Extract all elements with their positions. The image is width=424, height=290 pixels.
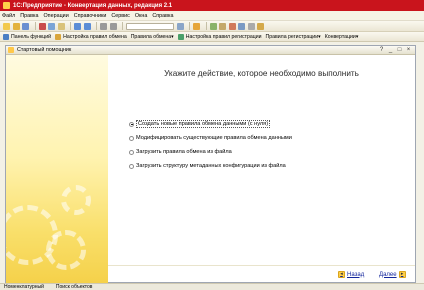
- gear-icon: [61, 185, 91, 215]
- toolbar-separator: [205, 22, 207, 30]
- back-button[interactable]: ◂ Назад: [336, 271, 364, 278]
- registration-rules-settings-button[interactable]: Настройка правил регистрации: [177, 33, 262, 40]
- mail-icon[interactable]: [238, 22, 245, 30]
- status-bar: Номенклатурный Поиск объектов: [0, 283, 424, 290]
- radio-modify[interactable]: [129, 135, 134, 141]
- menu-edit[interactable]: Правка: [20, 13, 38, 19]
- menu-service[interactable]: Сервис: [111, 13, 129, 19]
- conversions-button[interactable]: Конвертации ▾: [325, 34, 359, 40]
- option-label: Модифицировать существующие правила обме…: [136, 135, 292, 141]
- registration-rules-button[interactable]: Правила регистрации ▾: [266, 34, 321, 40]
- start-wizard-window: Стартовый помощник ? _ □ × Укажите дейст…: [5, 45, 416, 283]
- search-icon[interactable]: [100, 22, 107, 30]
- window-title: 1С:Предприятие - Конвертация данных, ред…: [13, 2, 173, 9]
- maximize-icon[interactable]: □: [396, 47, 403, 54]
- arrow-left-icon: ◂: [338, 271, 345, 278]
- arrow-right-icon: ▸: [398, 271, 406, 278]
- close-icon[interactable]: ×: [405, 47, 412, 54]
- standard-toolbar: [0, 21, 424, 32]
- toolbar-separator: [34, 22, 36, 30]
- dropdown-arrow-icon: ▾: [171, 33, 174, 40]
- option-label: Загрузить структуру метаданных конфигура…: [136, 163, 286, 169]
- footer-divider: [108, 265, 415, 266]
- option-modify[interactable]: Модифицировать существующие правила обме…: [129, 131, 292, 145]
- decorative-panel: [6, 55, 108, 283]
- table-icon[interactable]: [209, 22, 217, 30]
- toolbar-separator: [189, 22, 190, 30]
- open-icon[interactable]: [12, 22, 20, 30]
- search-input[interactable]: [126, 22, 174, 30]
- toolbar-separator: [96, 22, 97, 30]
- menu-bar: Файл Правка Операции Справочники Сервис …: [0, 11, 424, 21]
- menu-file[interactable]: Файл: [2, 13, 15, 19]
- window-controls: ? _ □ ×: [376, 47, 412, 54]
- radio-create-new[interactable]: [129, 121, 134, 127]
- option-label: Загрузить правила обмена из файла: [136, 149, 232, 155]
- calendar-icon[interactable]: [228, 22, 236, 30]
- gear-icon: [55, 33, 62, 40]
- menu-operations[interactable]: Операции: [43, 13, 68, 19]
- find-next-icon[interactable]: [109, 22, 117, 30]
- dropdown-arrow-icon: ▾: [318, 33, 321, 40]
- exchange-rules-button[interactable]: Правила обмена ▾: [131, 34, 174, 40]
- toolbar-separator: [70, 22, 71, 30]
- option-label: Создать новые правила обмена данными (с …: [136, 120, 271, 128]
- minimize-icon[interactable]: _: [387, 47, 394, 54]
- toolbar-separator: [122, 22, 123, 30]
- copy-icon[interactable]: [48, 22, 55, 30]
- bulb-icon[interactable]: [257, 22, 264, 30]
- option-load-rules[interactable]: Загрузить правила обмена из файла: [129, 145, 292, 159]
- menu-catalogs[interactable]: Справочники: [74, 13, 107, 19]
- app-icon: [3, 2, 10, 9]
- save-icon[interactable]: [22, 22, 29, 30]
- wizard-title: Стартовый помощник: [17, 47, 72, 53]
- menu-windows[interactable]: Окна: [135, 13, 148, 19]
- dropdown-arrow-icon: ▾: [355, 33, 359, 40]
- functions-panel-button[interactable]: Панель функций: [3, 33, 51, 40]
- exchange-rules-settings-button[interactable]: Настройка правил обмена: [55, 33, 127, 40]
- functions-toolbar: Панель функций Настройка правил обмена П…: [0, 32, 424, 42]
- wizard-header: Стартовый помощник ? _ □ ×: [6, 46, 415, 55]
- search-go-icon[interactable]: [176, 22, 184, 30]
- status-item: Поиск объектов: [55, 284, 93, 290]
- paste-icon[interactable]: [57, 22, 65, 30]
- radio-load-rules[interactable]: [129, 149, 134, 155]
- panel-icon: [3, 33, 9, 40]
- help-icon[interactable]: [193, 22, 200, 30]
- wizard-icon: [8, 47, 14, 53]
- option-create-new[interactable]: Создать новые правила обмена данными (с …: [129, 117, 292, 131]
- cut-icon[interactable]: [38, 22, 46, 30]
- new-icon[interactable]: [3, 22, 10, 30]
- calc-icon[interactable]: [219, 22, 226, 30]
- option-load-metadata[interactable]: Загрузить структуру метаданных конфигура…: [129, 159, 292, 173]
- redo-icon[interactable]: [83, 22, 91, 30]
- settings-icon[interactable]: [247, 22, 255, 30]
- gear-icon: [177, 33, 184, 40]
- status-item: Номенклатурный: [4, 284, 44, 290]
- menu-help[interactable]: Справка: [152, 13, 173, 19]
- next-button[interactable]: Далее ▸: [379, 271, 408, 278]
- radio-load-metadata[interactable]: [129, 163, 134, 169]
- wizard-heading: Укажите действие, которое необходимо вып…: [164, 69, 359, 78]
- action-options: Создать новые правила обмена данными (с …: [129, 117, 292, 173]
- undo-icon[interactable]: [74, 22, 81, 30]
- wizard-footer: ◂ Назад Далее ▸: [6, 265, 415, 283]
- help-icon[interactable]: ?: [378, 47, 385, 54]
- gear-icon: [46, 230, 86, 270]
- title-bar: 1С:Предприятие - Конвертация данных, ред…: [0, 0, 424, 11]
